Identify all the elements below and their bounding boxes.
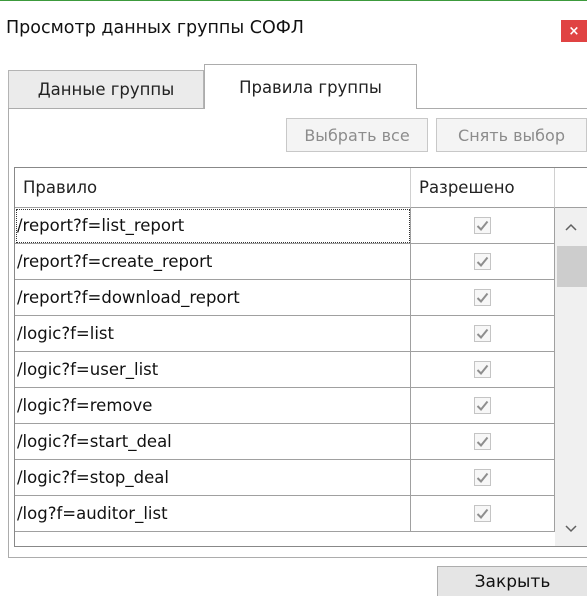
check-icon bbox=[476, 436, 489, 447]
rule-cell[interactable]: /report?f=create_report bbox=[15, 244, 411, 280]
table-row[interactable]: /report?f=list_report bbox=[15, 208, 555, 244]
allowed-cell bbox=[411, 208, 555, 244]
allowed-cell bbox=[411, 424, 555, 460]
check-icon bbox=[476, 256, 489, 267]
allowed-checkbox[interactable] bbox=[474, 397, 491, 414]
allowed-checkbox[interactable] bbox=[474, 469, 491, 486]
window-title: Просмотр данных группы СОФЛ bbox=[6, 18, 304, 38]
check-icon bbox=[476, 472, 489, 483]
check-icon bbox=[476, 400, 489, 411]
allowed-checkbox[interactable] bbox=[474, 505, 491, 522]
allowed-cell bbox=[411, 352, 555, 388]
allowed-cell bbox=[411, 280, 555, 316]
allowed-checkbox[interactable] bbox=[474, 217, 491, 234]
select-all-button[interactable]: Выбрать все bbox=[286, 118, 428, 152]
tab-group-data[interactable]: Данные группы bbox=[8, 70, 204, 108]
rule-cell[interactable]: /report?f=download_report bbox=[15, 280, 411, 316]
column-header-rule-label: Правило bbox=[23, 178, 98, 197]
scroll-down-button[interactable] bbox=[555, 518, 587, 540]
tab-group-data-label: Данные группы bbox=[37, 80, 175, 99]
rule-cell[interactable]: /logic?f=remove bbox=[15, 388, 411, 424]
tab-group-rules-label: Правила группы bbox=[239, 77, 382, 97]
rule-cell[interactable]: /report?f=list_report bbox=[15, 208, 411, 244]
column-header-allowed-label: Разрешено bbox=[419, 178, 515, 197]
close-icon: × bbox=[568, 23, 580, 39]
dialog-window: Просмотр данных группы СОФЛ × Данные гру… bbox=[0, 0, 587, 596]
column-header-allowed[interactable]: Разрешено bbox=[411, 168, 555, 208]
window-top-border bbox=[0, 0, 587, 1]
table-row[interactable]: /logic?f=remove bbox=[15, 388, 555, 424]
check-icon bbox=[476, 364, 489, 375]
allowed-cell bbox=[411, 388, 555, 424]
allowed-checkbox[interactable] bbox=[474, 325, 491, 342]
table-row[interactable]: /logic?f=user_list bbox=[15, 352, 555, 388]
column-header-rule[interactable]: Правило bbox=[15, 168, 411, 208]
allowed-cell bbox=[411, 244, 555, 280]
rule-cell[interactable]: /logic?f=user_list bbox=[15, 352, 411, 388]
check-icon bbox=[476, 292, 489, 303]
column-header-filler bbox=[555, 168, 587, 208]
table-row[interactable]: /logic?f=start_deal bbox=[15, 424, 555, 460]
tab-group-rules[interactable]: Правила группы bbox=[204, 64, 417, 109]
allowed-cell bbox=[411, 316, 555, 352]
check-icon bbox=[476, 328, 489, 339]
allowed-checkbox[interactable] bbox=[474, 433, 491, 450]
table-row[interactable]: /log?f=auditor_list bbox=[15, 496, 555, 532]
allowed-cell bbox=[411, 460, 555, 496]
rule-cell[interactable]: /log?f=auditor_list bbox=[15, 496, 411, 532]
vertical-scrollbar[interactable] bbox=[555, 208, 587, 546]
allowed-checkbox[interactable] bbox=[474, 361, 491, 378]
table-row[interactable]: /report?f=download_report bbox=[15, 280, 555, 316]
check-icon bbox=[476, 508, 489, 519]
rule-cell[interactable]: /logic?f=start_deal bbox=[15, 424, 411, 460]
close-window-button[interactable]: × bbox=[561, 20, 587, 42]
table-row[interactable]: /logic?f=stop_deal bbox=[15, 460, 555, 496]
close-dialog-button[interactable]: Закрыть bbox=[437, 566, 587, 596]
rule-cell[interactable]: /logic?f=stop_deal bbox=[15, 460, 411, 496]
rule-cell[interactable]: /logic?f=list bbox=[15, 316, 411, 352]
scroll-thumb[interactable] bbox=[557, 246, 587, 287]
allowed-checkbox[interactable] bbox=[474, 289, 491, 306]
table-row[interactable]: /report?f=create_report bbox=[15, 244, 555, 280]
check-icon bbox=[476, 220, 489, 231]
allowed-cell bbox=[411, 496, 555, 532]
deselect-button[interactable]: Снять выбор bbox=[436, 118, 587, 152]
allowed-checkbox[interactable] bbox=[474, 253, 491, 270]
chevron-up-icon bbox=[565, 223, 577, 231]
table-row[interactable]: /logic?f=list bbox=[15, 316, 555, 352]
chevron-down-icon bbox=[565, 525, 577, 533]
scroll-up-button[interactable] bbox=[555, 216, 587, 238]
